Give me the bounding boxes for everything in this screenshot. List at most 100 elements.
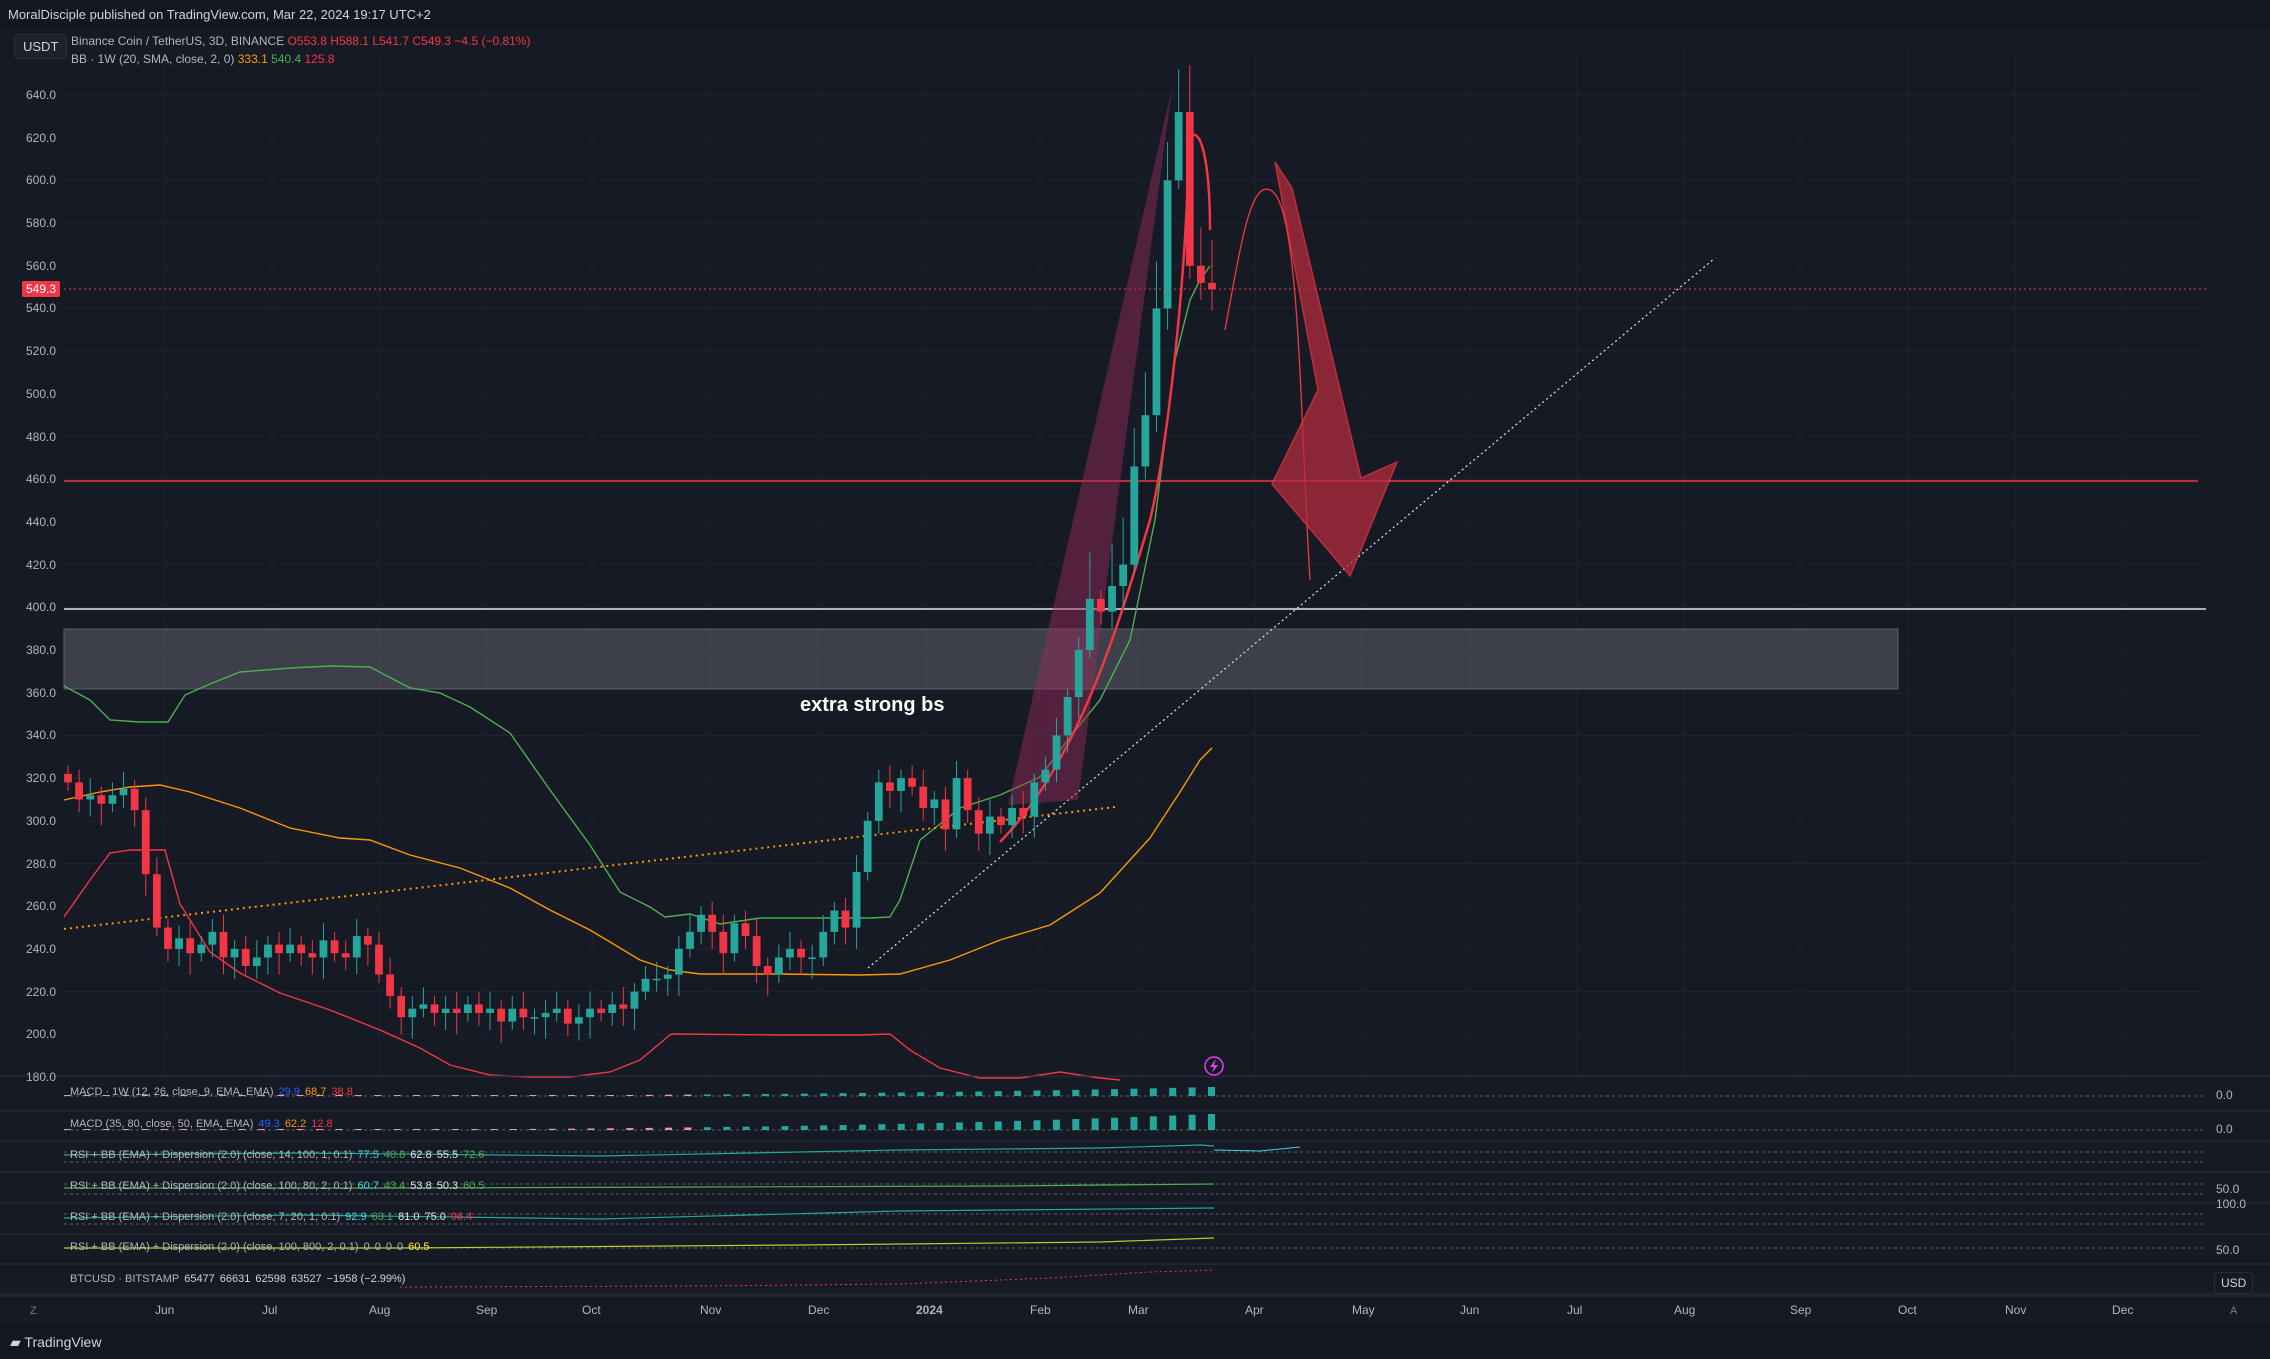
macd-bar xyxy=(1188,1087,1196,1096)
indicator-value: 60.5 xyxy=(463,1180,485,1192)
currency-badge[interactable]: USDT xyxy=(14,34,68,59)
indicator-label: BTCUSD · BITSTAMP xyxy=(70,1273,180,1285)
last-price-tag: 549.3 xyxy=(22,281,61,297)
candle-body xyxy=(1174,112,1183,181)
candle-body xyxy=(475,1004,483,1013)
macd-bar xyxy=(1014,1120,1022,1130)
macd-bar xyxy=(471,1095,479,1096)
macd-bar xyxy=(490,1129,498,1130)
macd-bar xyxy=(1091,1118,1099,1130)
candle-body xyxy=(252,957,261,966)
price-axis-label: 180.0 xyxy=(26,1070,57,1084)
footer-bar: ▰ TradingView xyxy=(0,1324,2270,1359)
macd-bar xyxy=(762,1093,770,1096)
macd-bar xyxy=(1111,1117,1119,1130)
indicator-legend[interactable]: RSI + BB (EMA) + Dispersion (2.0) (close… xyxy=(70,1241,430,1253)
indicator-legend[interactable]: MACD (35, 80, close, 50, EMA, EMA) 49.3 62… xyxy=(70,1118,333,1130)
indicator-label: MACD · 1W (12, 26, close, 9, EMA, EMA) xyxy=(70,1086,274,1098)
candle-body xyxy=(241,948,250,966)
candle-body xyxy=(708,914,717,932)
indicator-value: 60.5 xyxy=(408,1241,430,1253)
indicator-legend[interactable]: BTCUSD · BITSTAMP 65477 66631 62598 63527 −19… xyxy=(70,1273,405,1285)
indicator-value: −1958 (−2.99%) xyxy=(326,1273,406,1285)
candle-body xyxy=(86,795,95,800)
candle-body xyxy=(1185,112,1194,266)
macd-bar xyxy=(1169,1087,1177,1096)
indicator-value: 53.8 xyxy=(410,1180,432,1192)
candle-body xyxy=(552,1008,561,1013)
candle-body xyxy=(419,1004,428,1009)
price-axis-label: 480.0 xyxy=(26,429,57,444)
indicator-value: 0 xyxy=(396,1241,404,1253)
indicator-legend[interactable]: RSI + BB (EMA) + Dispersion (2.0) (close… xyxy=(70,1211,472,1223)
indicator-value: 65477 xyxy=(184,1273,215,1285)
candle-body xyxy=(952,778,961,830)
indicator-value: 63.1 xyxy=(371,1211,394,1223)
candle-body xyxy=(563,1008,572,1024)
macd-bar xyxy=(374,1095,382,1096)
macd-bar xyxy=(413,1129,421,1130)
low-value: L541.7 xyxy=(372,34,410,48)
bb-legend[interactable]: BB · 1W (20, SMA, close, 2, 0) 333.1 540… xyxy=(71,52,335,66)
macd-bar xyxy=(645,1094,653,1096)
candle-body xyxy=(441,1008,450,1013)
price-axis-label: 240.0 xyxy=(26,941,57,956)
candle-body xyxy=(1141,415,1150,467)
timezone-icon[interactable]: Z xyxy=(30,1305,37,1317)
macd-bar xyxy=(645,1127,653,1130)
candle-body xyxy=(164,927,172,949)
candle-body xyxy=(386,974,394,996)
macd-bar xyxy=(606,1128,614,1130)
time-axis-label: Aug xyxy=(369,1303,391,1317)
macd-bar xyxy=(936,1092,944,1096)
macd-bar xyxy=(393,1095,401,1096)
macd-bar xyxy=(762,1126,770,1130)
candle-body xyxy=(674,948,683,975)
indicator-label: RSI + BB (EMA) + Dispersion (2.0) (close… xyxy=(70,1149,353,1161)
macd-bar xyxy=(665,1127,673,1130)
indicator-scale-label: 0.0 xyxy=(2216,1088,2233,1102)
auto-scale-icon[interactable]: A xyxy=(2230,1305,2237,1317)
macd-bar xyxy=(936,1122,944,1130)
indicator-label: RSI + BB (EMA) + Dispersion (2.0) (close… xyxy=(70,1180,353,1192)
close-value: C549.3 xyxy=(412,34,452,48)
indicator-legend[interactable]: MACD · 1W (12, 26, close, 9, EMA, EMA) 29… xyxy=(70,1086,353,1098)
indicator-value: 60.7 xyxy=(357,1180,379,1192)
currency-unit-button[interactable]: USD xyxy=(2214,1272,2254,1294)
time-axis-label: Jun xyxy=(155,1303,175,1317)
macd-bar xyxy=(839,1093,847,1096)
candle-body xyxy=(352,936,361,958)
macd-bar xyxy=(374,1129,382,1130)
macd-bar xyxy=(1130,1088,1138,1096)
macd-bar xyxy=(490,1095,498,1096)
indicator-legend[interactable]: RSI + BB (EMA) + Dispersion (2.0) (close… xyxy=(70,1149,485,1161)
candle-body xyxy=(1008,808,1016,826)
indicator-label: MACD (35, 80, close, 50, EMA, EMA) xyxy=(70,1118,254,1130)
candle-body xyxy=(219,931,228,958)
macd-bar xyxy=(1111,1089,1119,1096)
candle-body xyxy=(686,931,694,949)
indicator-value: 63527 xyxy=(290,1273,322,1285)
candle-body xyxy=(430,1004,439,1013)
macd-bar xyxy=(529,1095,537,1096)
indicator-legend[interactable]: RSI + BB (EMA) + Dispersion (2.0) (close… xyxy=(70,1180,485,1192)
macd-bar xyxy=(975,1121,983,1130)
change-value: −4.5 (−0.81%) xyxy=(454,34,531,48)
candle-body xyxy=(1108,586,1116,612)
price-axis-label: 280.0 xyxy=(26,856,57,871)
price-axis-label: 300.0 xyxy=(26,813,57,828)
candle-body xyxy=(752,936,761,966)
candle-body xyxy=(175,938,183,949)
candle-body xyxy=(575,1017,583,1024)
annotation-text: extra strong bs xyxy=(800,694,945,716)
macd-bar xyxy=(354,1095,362,1096)
macd-bar xyxy=(1149,1088,1157,1096)
macd-bar xyxy=(723,1094,731,1096)
indicator-value: 77.5 xyxy=(357,1149,379,1161)
candle-body xyxy=(286,944,295,954)
symbol-legend[interactable]: Binance Coin / TetherUS, 3D, BINANCE O55… xyxy=(71,34,530,48)
macd-bar xyxy=(587,1128,595,1130)
candle-body xyxy=(141,810,150,875)
candle-body xyxy=(930,799,939,809)
candle-body xyxy=(830,910,839,932)
